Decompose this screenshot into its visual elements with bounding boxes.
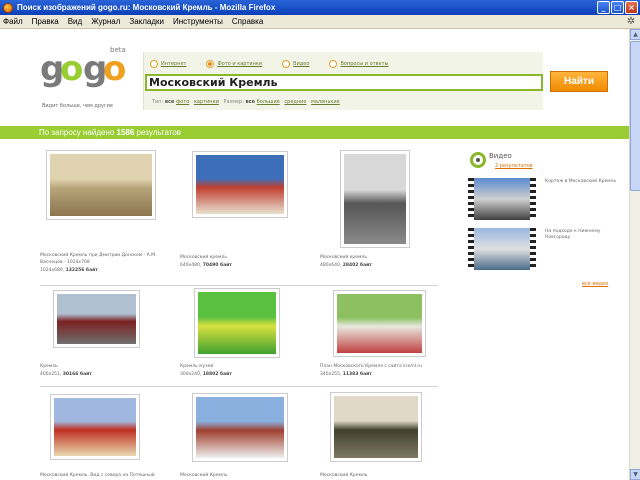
image-result-8[interactable] [192, 393, 288, 462]
video-thumbnail [474, 228, 530, 270]
image-result-2[interactable] [192, 151, 288, 218]
results-count-bar: По запросу найдено 1586 результатов [0, 126, 629, 139]
firefox-icon [3, 2, 13, 13]
search-filters: Тип: все фото картинки Размер: все больш… [152, 99, 340, 105]
scroll-up-arrow-icon[interactable]: ▲ [630, 29, 640, 40]
image-thumbnail [50, 154, 152, 216]
image-result-1[interactable] [46, 150, 156, 220]
gogo-logo[interactable]: g o g o beta [40, 44, 140, 99]
image-meta: 480x640, 28402 байт [320, 263, 372, 268]
image-thumbnail [196, 397, 284, 458]
image-meta: 1024x680, 132256 байт [40, 268, 98, 273]
radio-icon [282, 60, 291, 68]
image-result-7[interactable] [50, 394, 140, 460]
logo-o2: o [103, 49, 126, 89]
image-result-3[interactable] [340, 150, 410, 248]
filter-size-all[interactable]: все [246, 99, 256, 105]
window-title-bar[interactable]: Поиск изображений gogo.ru: Московский Кр… [0, 0, 640, 15]
image-meta: 300x240, 18802 байт [180, 372, 232, 377]
maximize-button[interactable]: □ [611, 1, 624, 14]
image-meta: 640x480, 70490 байт [180, 263, 232, 268]
image-thumbnail [334, 396, 418, 458]
vertical-scrollbar[interactable]: ▲ ▼ [629, 29, 640, 480]
image-caption: Московский Кремль [180, 473, 228, 478]
menu-bar: Файл Правка Вид Журнал Закладки Инструме… [0, 15, 640, 29]
search-button[interactable]: Найти [550, 71, 608, 92]
tab-qa[interactable]: Вопросы и ответы [329, 60, 388, 68]
tab-internet[interactable]: Интернет [150, 60, 186, 68]
tab-photos[interactable]: Фото и картинки [206, 60, 262, 68]
image-meta: 400x251, 30166 байт [40, 372, 92, 377]
image-caption: Московский кремль [320, 255, 367, 260]
scroll-thumb[interactable] [630, 41, 640, 191]
menu-bookmarks[interactable]: Закладки [129, 17, 164, 26]
filter-size-large[interactable]: большие [257, 99, 280, 105]
image-result-5[interactable] [194, 288, 280, 358]
search-tabs: Интернет Фото и картинки Видео Вопросы и… [150, 60, 408, 68]
tab-video[interactable]: Видео [282, 60, 309, 68]
window-title: Поиск изображений gogo.ru: Московский Кр… [17, 3, 276, 12]
menu-edit[interactable]: Правка [32, 17, 59, 26]
video-results-link[interactable]: 2 результатов [495, 163, 533, 169]
row-divider [40, 285, 438, 286]
radio-selected-icon [206, 60, 215, 68]
radio-icon [150, 60, 158, 68]
results-count: 1586 [116, 128, 135, 137]
menu-history[interactable]: Журнал [91, 17, 120, 26]
all-videos-link[interactable]: все видео [582, 281, 608, 287]
menu-help[interactable]: Справка [232, 17, 263, 26]
menu-file[interactable]: Файл [3, 17, 23, 26]
logo-o1: o [60, 49, 83, 89]
throbber-icon: ✲ [626, 16, 636, 27]
logo-beta-badge: beta [110, 46, 126, 54]
video-caption: Кортеж в Московский Кремль [545, 179, 617, 184]
image-caption: Московский Кремль [320, 473, 368, 478]
image-result-4[interactable] [53, 290, 140, 348]
video-result-1[interactable] [468, 178, 536, 220]
image-caption: Московский кремль [180, 255, 227, 260]
filter-type-all[interactable]: все [165, 99, 175, 105]
image-caption: Московский Кремль. Вид с севера на Потеш… [40, 473, 155, 478]
filter-type-photo[interactable]: фото [176, 99, 189, 105]
image-meta: 340x255, 11383 байт [320, 372, 372, 377]
radio-icon [329, 60, 338, 68]
image-result-6[interactable] [333, 290, 426, 357]
search-input[interactable]: Московский Кремль [145, 74, 543, 91]
close-button[interactable]: × [625, 1, 638, 14]
image-thumbnail [54, 398, 136, 456]
menu-tools[interactable]: Инструменты [173, 17, 223, 26]
minimize-button[interactable]: _ [597, 1, 610, 14]
image-thumbnail [344, 154, 406, 244]
filter-type-pictures[interactable]: картинки [194, 99, 219, 105]
video-camera-icon [470, 152, 486, 168]
image-result-9[interactable] [330, 392, 422, 462]
image-thumbnail [337, 294, 422, 353]
image-caption: Кремль музей [180, 364, 214, 369]
menu-view[interactable]: Вид [68, 17, 82, 26]
row-divider [40, 386, 438, 387]
image-thumbnail [196, 155, 284, 214]
video-section-title: Видео [489, 152, 512, 160]
scroll-down-arrow-icon[interactable]: ▼ [630, 469, 640, 480]
video-thumbnail [474, 178, 530, 220]
video-result-2[interactable] [468, 228, 536, 270]
image-caption: Московский Кремль при Дмитрии Донском - … [40, 253, 157, 265]
image-thumbnail [198, 292, 276, 354]
image-caption: План Московского Кремля с сайта kreml.ru [320, 364, 423, 369]
filter-size-medium[interactable]: средние [284, 99, 306, 105]
video-caption: На подходе к Нижнему Новгороду [545, 229, 601, 240]
filter-size-small[interactable]: маленькие [311, 99, 340, 105]
image-caption: Кремль [40, 364, 58, 369]
logo-tagline: Видит больше, чем другие [42, 103, 113, 109]
image-thumbnail [57, 294, 136, 344]
